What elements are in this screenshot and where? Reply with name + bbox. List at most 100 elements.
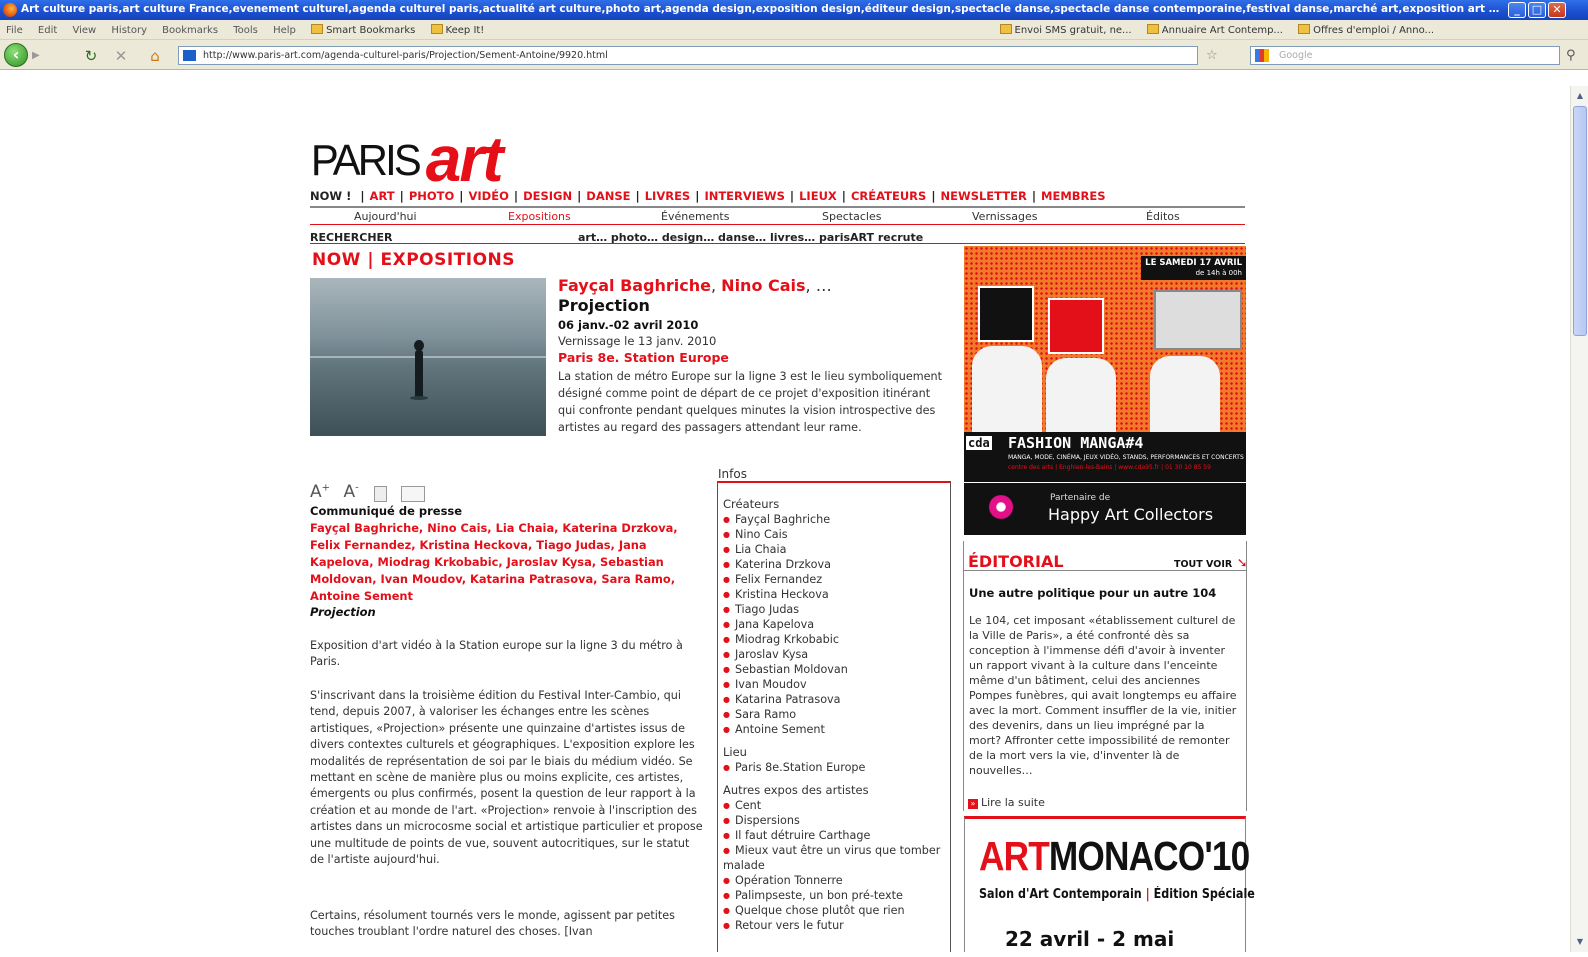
maximize-button[interactable]: □ <box>1528 2 1546 18</box>
scrollbar-thumb[interactable] <box>1573 106 1587 336</box>
autre-expo-link[interactable]: Dispersions <box>723 813 950 828</box>
createur-link[interactable]: Katarina Patrasova <box>723 692 950 707</box>
createur-link[interactable]: Lia Chaia <box>723 542 950 557</box>
tout-voir-link[interactable]: TOUT VOIR ➘ <box>1174 556 1248 571</box>
subnav-evenements[interactable]: Événements <box>661 210 729 223</box>
event-title: Projection <box>558 296 650 315</box>
createur-link[interactable]: Sara Ramo <box>723 707 950 722</box>
nav-danse[interactable]: DANSE <box>586 189 630 203</box>
fashion-manga-ad[interactable]: LE SAMEDI 17 AVRIL de 14h à 00h cda FASH… <box>964 246 1246 482</box>
url-bar[interactable]: http://www.paris-art.com/agenda-culturel… <box>178 46 1198 65</box>
createur-link[interactable]: Miodrag Krkobabic <box>723 632 950 647</box>
bookmark-annuaire[interactable]: Annuaire Art Contemp... <box>1141 20 1289 36</box>
menu-file[interactable]: File <box>0 21 29 36</box>
nav-now[interactable]: NOW ! <box>310 189 355 203</box>
event-description: La station de métro Europe sur la ligne … <box>558 370 942 434</box>
send-icon[interactable] <box>400 486 425 502</box>
nav-video[interactable]: VIDÉO <box>469 189 509 203</box>
createur-link[interactable]: Sebastian Moldovan <box>723 662 950 677</box>
autre-expo-link[interactable]: Cent <box>723 798 950 813</box>
autres-heading: Autres expos des artistes <box>723 783 869 797</box>
autre-expo-link[interactable]: Mieux vaut être un virus que tomber mala… <box>723 843 950 873</box>
createur-link[interactable]: Jana Kapelova <box>723 617 950 632</box>
nav-interviews[interactable]: INTERVIEWS <box>704 189 784 203</box>
home-icon[interactable]: ⌂ <box>146 47 164 65</box>
minimize-button[interactable]: _ <box>1508 2 1526 18</box>
editorial-headline[interactable]: Une autre politique pour un autre 104 <box>969 586 1216 600</box>
cda-logo: cda <box>966 436 992 450</box>
nav-art[interactable]: ART <box>370 189 395 203</box>
press-artists[interactable]: Fayçal Baghriche, Nino Cais, Lia Chaia, … <box>310 520 705 605</box>
subnav-expositions[interactable]: Expositions <box>508 210 571 223</box>
nav-design[interactable]: DESIGN <box>523 189 572 203</box>
menu-view[interactable]: View <box>66 21 102 36</box>
event-photo[interactable] <box>310 278 546 436</box>
search-link[interactable]: RECHERCHER <box>310 231 393 244</box>
bookmark-star-icon[interactable]: ☆ <box>1206 48 1218 63</box>
createur-link[interactable]: Ivan Moudov <box>723 677 950 692</box>
site-tagline[interactable]: art… photo… design… danse… livres… paris… <box>578 231 923 244</box>
eye-icon <box>984 495 1018 519</box>
bookmark-offres[interactable]: Offres d'emploi / Anno... <box>1292 20 1440 36</box>
nav-livres[interactable]: LIVRES <box>645 189 691 203</box>
bookmark-sms[interactable]: Envoi SMS gratuit, ne... <box>994 20 1138 36</box>
autre-expo-link[interactable]: Il faut détruire Carthage <box>723 828 950 843</box>
decrease-font-icon[interactable]: A- <box>344 482 359 502</box>
artmonaco-ad[interactable]: ARTMONACO'10 Salon d'Art Contemporain | … <box>964 816 1255 952</box>
parisart-logo[interactable]: PARIS art <box>308 122 504 195</box>
createur-link[interactable]: Tiago Judas <box>723 602 950 617</box>
nav-newsletter[interactable]: NEWSLETTER <box>941 189 1027 203</box>
subnav-aujourdhui[interactable]: Aujourd'hui <box>354 210 417 223</box>
createur-link[interactable]: Nino Cais <box>723 527 950 542</box>
happy-art-collectors-ad[interactable]: Partenaire de Happy Art Collectors <box>964 483 1246 535</box>
web-page: PARIS art NOW ! | ART | PHOTO | VIDÉO | DESIGN | D… <box>0 86 1570 952</box>
subnav-spectacles[interactable]: Spectacles <box>822 210 881 223</box>
menu-edit[interactable]: Edit <box>32 21 63 36</box>
menu-tools[interactable]: Tools <box>227 21 264 36</box>
autre-expo-link[interactable]: Opération Tonnerre <box>723 873 950 888</box>
read-more-link[interactable]: » Lire la suite <box>968 796 1045 809</box>
createur-link[interactable]: Kristina Heckova <box>723 587 950 602</box>
search-icon[interactable]: ⚲ <box>1566 48 1576 63</box>
createur-link[interactable]: Fayçal Baghriche <box>723 512 950 527</box>
createur-link[interactable]: Felix Fernandez <box>723 572 950 587</box>
nav-photo[interactable]: PHOTO <box>409 189 454 203</box>
menu-help[interactable]: Help <box>267 21 302 36</box>
artist-link[interactable]: Fayçal Baghriche <box>558 276 711 295</box>
nav-createurs[interactable]: CRÉATEURS <box>851 189 926 203</box>
scroll-up-icon[interactable]: ▲ <box>1572 88 1588 104</box>
menu-bookmarks[interactable]: Bookmarks <box>156 21 224 36</box>
close-button[interactable]: ✕ <box>1548 2 1566 18</box>
lieu-link[interactable]: Paris 8e.Station Europe <box>723 760 950 775</box>
createur-link[interactable]: Antoine Sement <box>723 722 950 737</box>
event-venue[interactable]: Paris 8e. Station Europe <box>558 350 729 365</box>
search-engine-box[interactable]: Google <box>1250 46 1560 65</box>
back-button[interactable]: ‹ <box>4 43 28 67</box>
nav-membres[interactable]: MEMBRES <box>1041 189 1106 203</box>
window-title: Art culture paris,art culture France,eve… <box>21 3 1501 15</box>
createur-link[interactable]: Jaroslav Kysa <box>723 647 950 662</box>
subnav-vernissages[interactable]: Vernissages <box>972 210 1037 223</box>
autre-expo-link[interactable]: Palimpseste, un bon pré-texte <box>723 888 950 903</box>
editorial-text: Le 104, cet imposant «établissement cult… <box>969 614 1237 777</box>
autre-expo-link[interactable]: Quelque chose plutôt que rien <box>723 903 950 918</box>
scroll-down-icon[interactable]: ▼ <box>1572 934 1588 950</box>
menu-history[interactable]: History <box>105 21 153 36</box>
document-icon[interactable] <box>374 486 388 502</box>
stop-icon[interactable]: ✕ <box>112 47 130 65</box>
window-titlebar: Art culture paris,art culture France,eve… <box>0 0 1588 20</box>
nav-lieux[interactable]: LIEUX <box>799 189 837 203</box>
vertical-scrollbar[interactable]: ▲ ▼ <box>1570 86 1588 952</box>
forward-button[interactable]: ▶ <box>32 49 46 63</box>
menu-bar: File Edit View History Bookmarks Tools H… <box>0 20 1588 40</box>
createur-link[interactable]: Katerina Drzkova <box>723 557 950 572</box>
bookmark-keepit[interactable]: Keep It! <box>425 20 491 36</box>
artist-link[interactable]: Nino Cais <box>721 276 805 295</box>
reload-icon[interactable]: ↻ <box>82 47 100 65</box>
subnav-editos[interactable]: Éditos <box>1146 210 1180 223</box>
event-dates: 06 janv.-02 avril 2010 <box>558 318 699 332</box>
google-icon <box>1255 49 1269 62</box>
autre-expo-link[interactable]: Retour vers le futur <box>723 918 950 933</box>
increase-font-icon[interactable]: A+ <box>310 482 330 502</box>
bookmark-smart[interactable]: Smart Bookmarks <box>305 20 421 36</box>
